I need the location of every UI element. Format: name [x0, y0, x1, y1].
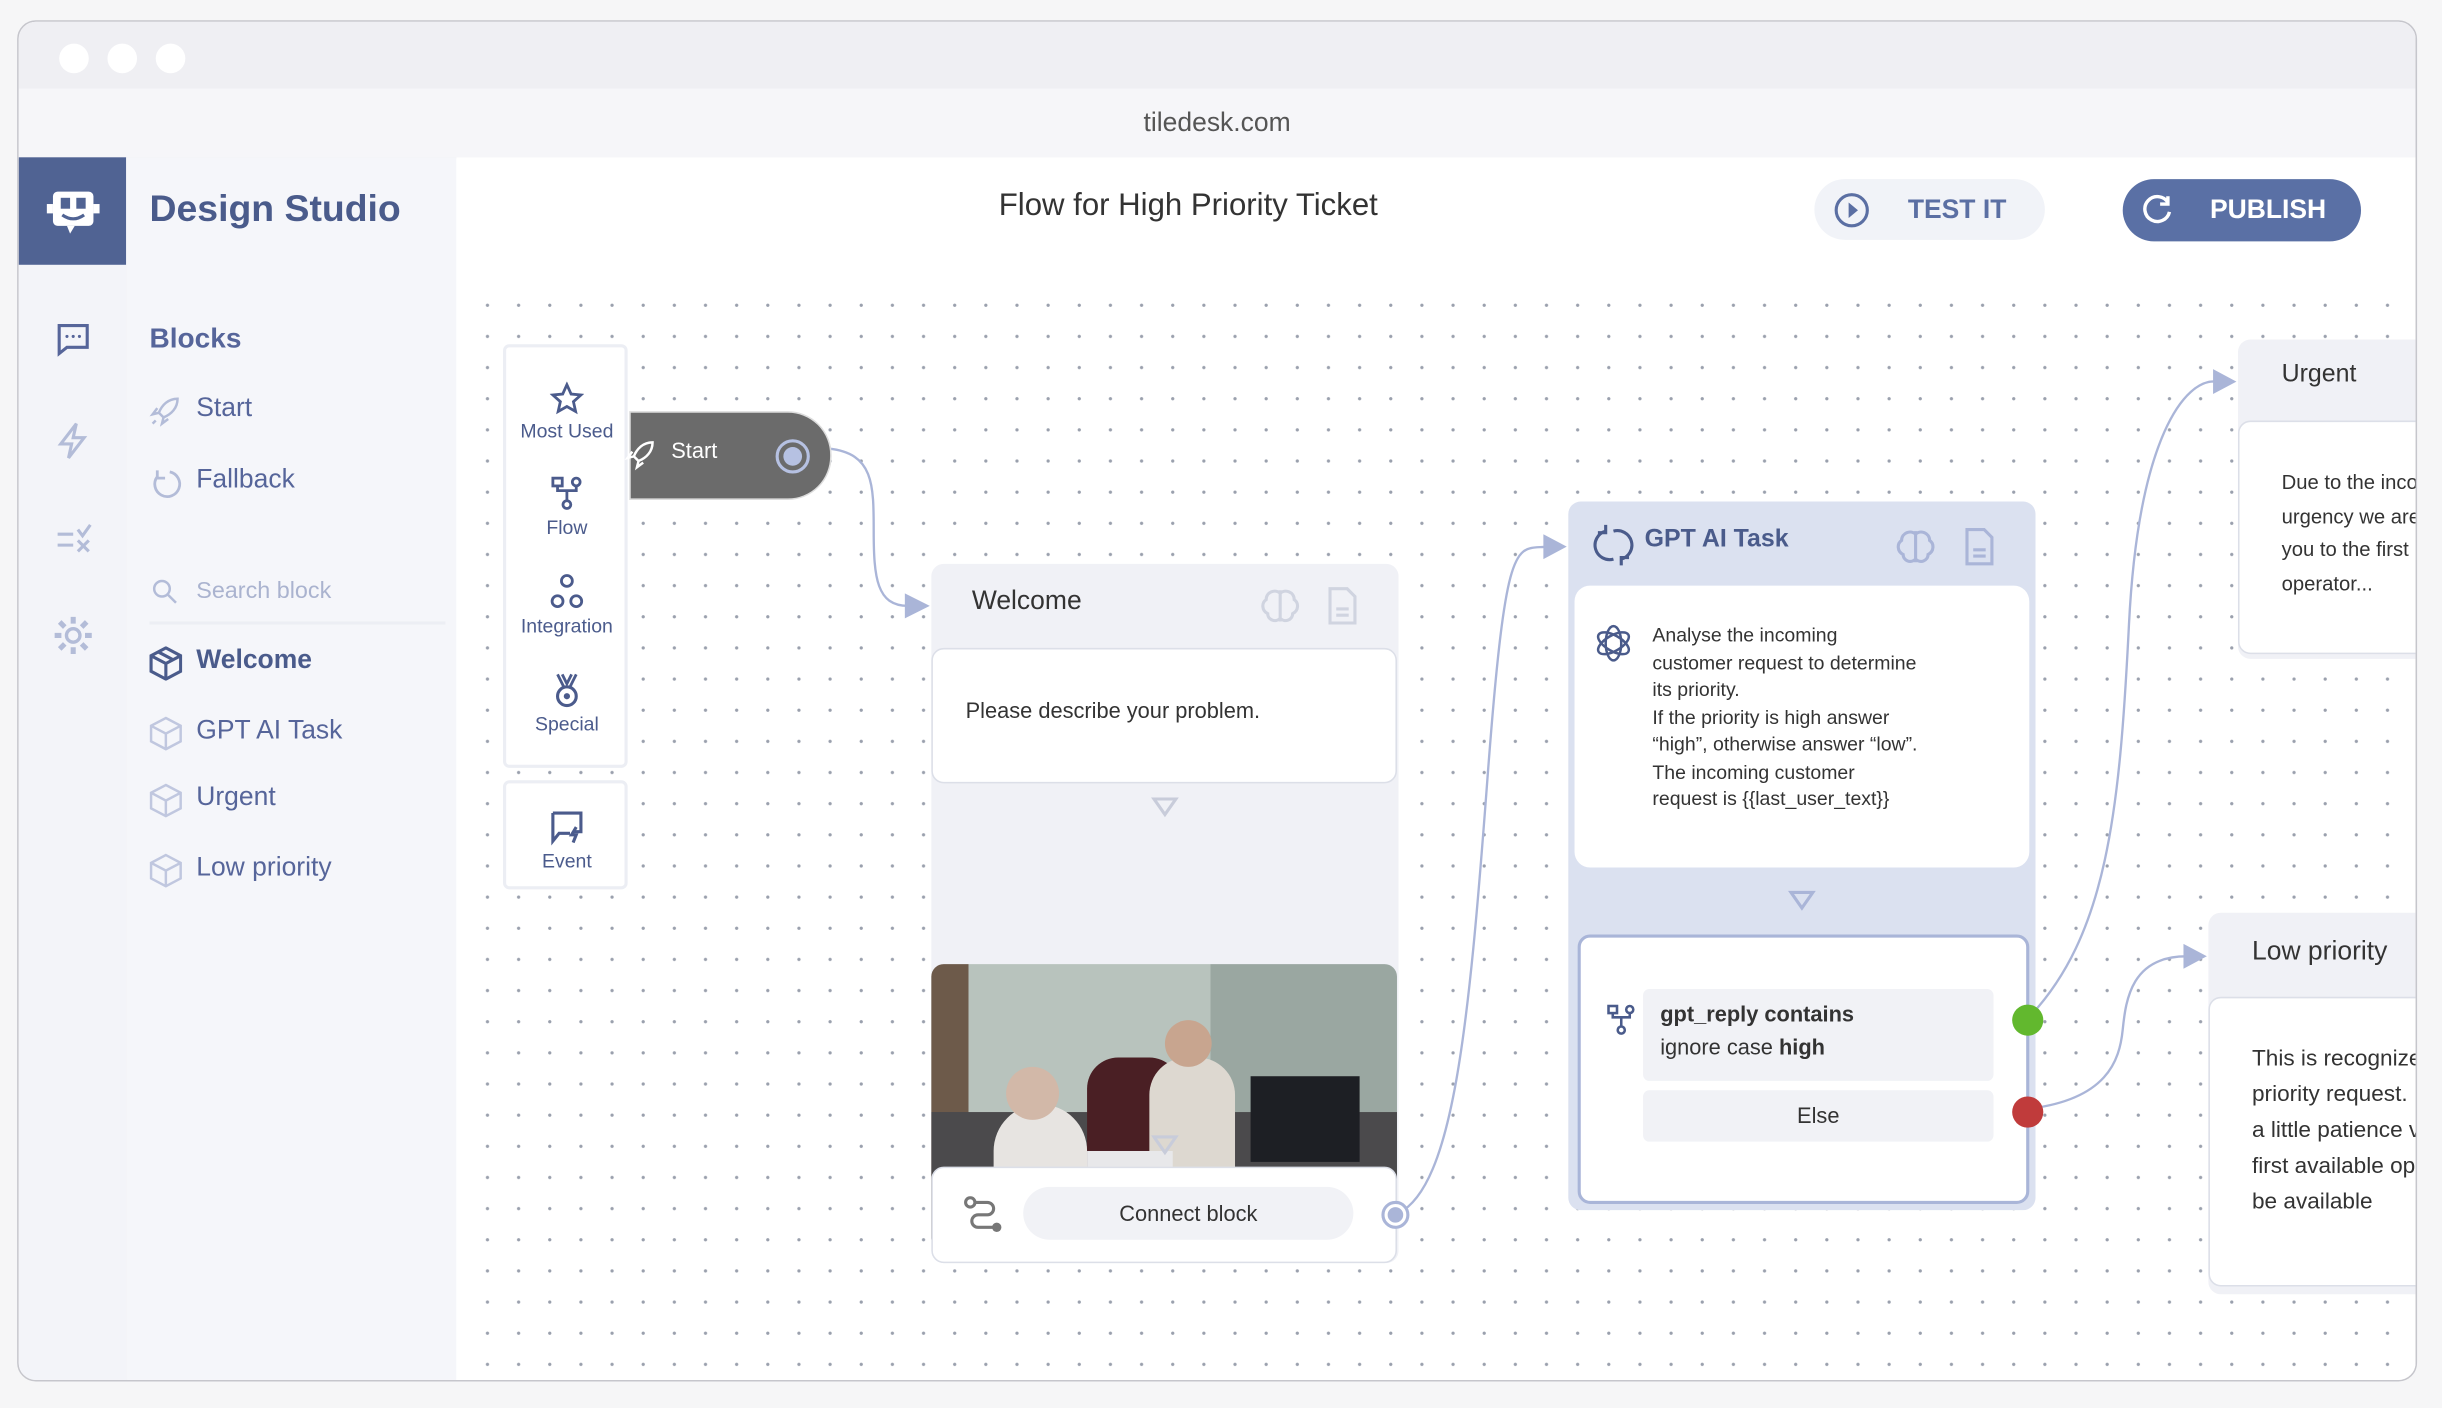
sidebar-block-welcome[interactable]: Welcome: [149, 643, 446, 683]
sidebar-item-fallback[interactable]: Fallback: [150, 463, 446, 503]
prompt-text: Analyse the incoming customer request to …: [1652, 624, 1918, 810]
block-title: Urgent: [2281, 361, 2357, 388]
block-palette: Most Used Flow Integration Special: [503, 344, 628, 768]
arrow-down-icon: [1151, 797, 1179, 818]
app-title: Design Studio: [149, 188, 401, 231]
cube-icon: [149, 853, 182, 888]
else-rule[interactable]: Else: [1643, 1090, 1994, 1142]
connectors: [828, 369, 2237, 1215]
palette-most-used[interactable]: Most Used: [506, 381, 627, 442]
false-output-port[interactable]: [2012, 1096, 2044, 1128]
integration-icon: [550, 574, 584, 609]
arrow-head: [2213, 369, 2237, 395]
window-minimize-button[interactable]: [107, 43, 138, 74]
robot-logo-icon: [46, 191, 100, 234]
prompt-card[interactable]: Analyse the incoming customer request to …: [1574, 585, 2030, 868]
arrow-head: [2183, 943, 2207, 969]
icon-rail: [18, 157, 128, 1380]
sidebar-block-urgent[interactable]: Urgent: [149, 780, 446, 820]
rocket-icon: [149, 397, 179, 427]
window-close-button[interactable]: [59, 43, 89, 74]
palette-flow[interactable]: Flow: [506, 475, 627, 539]
arrow-down-icon: [1151, 1135, 1179, 1156]
welcome-block[interactable]: Welcome Please describe your problem. Co…: [931, 563, 1410, 1264]
sidebar-block-gpt-ai-task[interactable]: GPT AI Task: [149, 713, 446, 753]
urgent-block[interactable]: Urgent Due to the inco urgency we are you …: [2237, 339, 2416, 659]
arrow-head: [904, 593, 930, 619]
connect-block-button[interactable]: Connect block: [1023, 1186, 1354, 1240]
condition-card[interactable]: gpt_reply contains ignore case high Else: [1577, 934, 2044, 1204]
output-port[interactable]: [1380, 1199, 1411, 1230]
event-palette[interactable]: Event: [503, 780, 628, 890]
route-icon: [964, 1196, 1002, 1232]
sidebar: Design Studio Blocks Start Fallback Sear…: [126, 157, 457, 1380]
search-icon: [152, 579, 177, 604]
connect-card: Connect block: [931, 1166, 1410, 1264]
palette-special[interactable]: Special: [506, 671, 627, 735]
app-logo[interactable]: [18, 157, 127, 265]
connector-false-low: [2027, 955, 2187, 1111]
connector-welcome-gpt: [1398, 545, 1547, 1215]
search-block-input[interactable]: Search block: [149, 575, 446, 625]
start-node[interactable]: Start: [624, 411, 832, 500]
low-priority-block[interactable]: Low priority This is recognize priority r…: [2208, 912, 2416, 1295]
event-icon: [551, 811, 583, 846]
blocks-heading: Blocks: [149, 322, 242, 354]
refresh-icon: [153, 470, 182, 498]
title-bar: [18, 21, 2416, 89]
star-icon: [549, 381, 585, 415]
address-bar[interactable]: tiledesk.com: [18, 88, 2416, 159]
sidebar-item-start[interactable]: Start: [149, 391, 446, 431]
block-title: GPT AI Task: [1644, 526, 1789, 553]
message-card[interactable]: Please describe your problem.: [931, 647, 1397, 784]
palette-event[interactable]: Event: [506, 808, 627, 872]
rules-icon[interactable]: [55, 522, 92, 556]
palette-integration[interactable]: Integration: [506, 573, 627, 637]
document-icon[interactable]: [1964, 526, 1995, 566]
arrow-head: [1543, 534, 1567, 560]
cube-icon: [149, 783, 182, 818]
flow-icon: [551, 476, 582, 510]
medal-icon: [555, 673, 578, 708]
refresh-icon: [1593, 524, 1634, 566]
message-card[interactable]: Due to the inco urgency we are you to the …: [2237, 420, 2416, 655]
connector-true-urgent: [2026, 380, 2217, 1020]
block-title: Low priority: [2252, 936, 2388, 966]
gpt-ai-task-block[interactable]: GPT AI Task Analyse the incoming customer…: [1568, 501, 2044, 1211]
start-output-port[interactable]: [774, 438, 811, 475]
block-title: Welcome: [971, 585, 1082, 616]
brain-icon[interactable]: [1260, 586, 1300, 626]
brain-icon[interactable]: [1895, 526, 1935, 566]
connector-start-welcome: [828, 447, 908, 608]
flow-icon: [1607, 1004, 1635, 1035]
cube-icon: [149, 646, 183, 681]
flow-editor: Flow for High Priority Ticket TEST IT PU…: [456, 157, 2416, 1380]
gear-icon[interactable]: [53, 615, 93, 655]
condition-rule[interactable]: gpt_reply contains ignore case high: [1643, 989, 1994, 1081]
chat-icon[interactable]: [55, 321, 92, 358]
message-card[interactable]: This is recognize priority request. a litt…: [2208, 996, 2416, 1287]
arrow-down-icon: [1788, 890, 1816, 911]
browser-window: tiledesk.com Design Studio Blocks Start …: [17, 20, 2418, 1382]
rocket-icon: [624, 441, 654, 471]
bolt-icon[interactable]: [55, 421, 92, 461]
window-maximize-button[interactable]: [155, 43, 186, 74]
openai-icon: [1596, 624, 1631, 662]
true-output-port[interactable]: [2012, 1004, 2044, 1036]
cube-icon: [149, 716, 182, 751]
document-icon[interactable]: [1327, 586, 1358, 626]
sidebar-block-low-priority[interactable]: Low priority: [149, 850, 446, 890]
